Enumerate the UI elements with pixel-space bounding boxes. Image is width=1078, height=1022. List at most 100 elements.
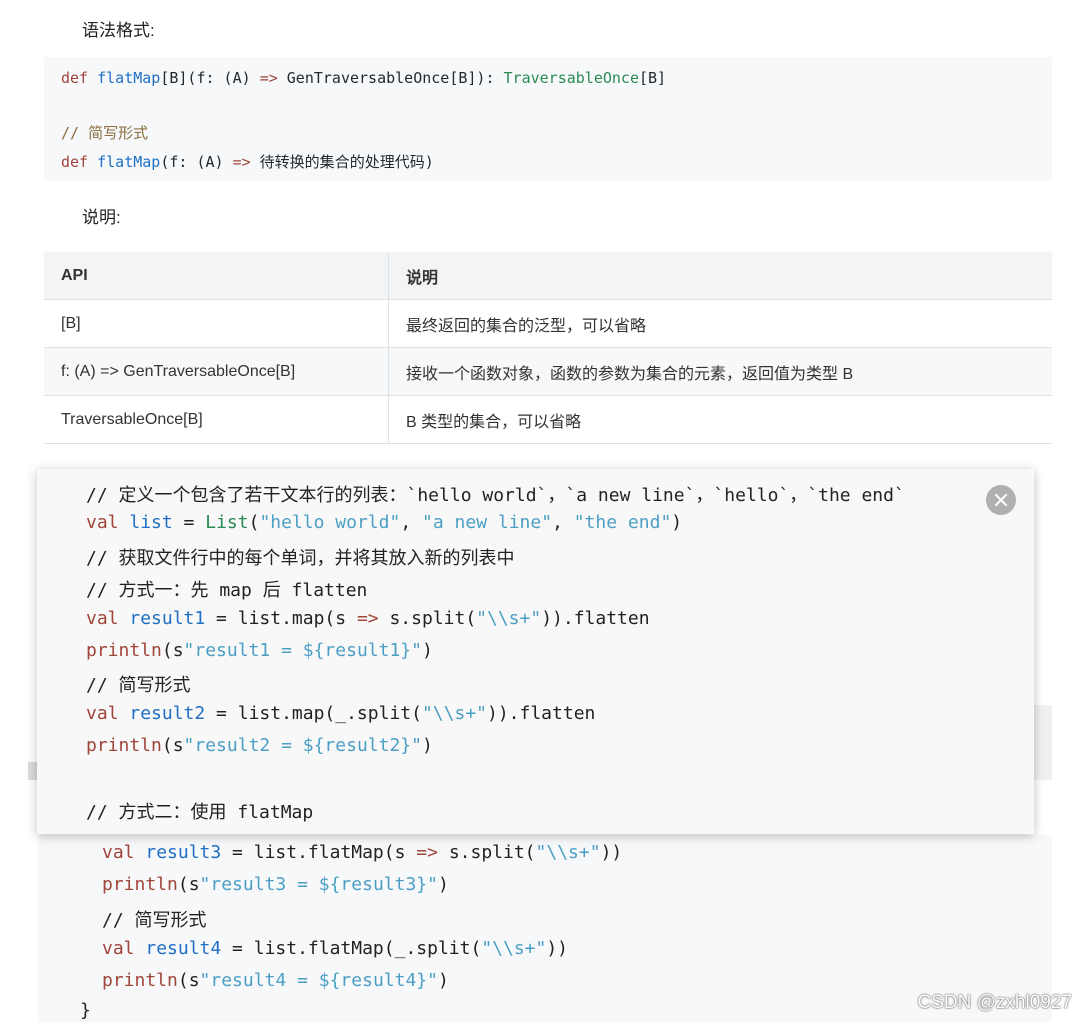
code-text: s.split(: [437, 842, 536, 863]
code-line: val list = List("hello world", "a new li…: [86, 512, 682, 533]
code-line: println(s"result2 = ${result2}"): [86, 735, 433, 756]
variable-name: result4: [145, 938, 222, 959]
string-literal: "a new line": [422, 512, 553, 533]
api-table: API 说明 [B] 最终返回的集合的泛型，可以省略 f: (A) => Gen…: [44, 252, 1052, 444]
code-text: (s: [177, 874, 200, 895]
code-text: (f: (A): [160, 153, 233, 171]
code-text: )): [546, 938, 569, 959]
code-text: (: [248, 512, 260, 533]
function-name: println: [102, 970, 178, 991]
code-text: 待转换的集合的处理代码): [250, 153, 434, 171]
code-text: (s: [161, 735, 184, 756]
code-text: (s: [177, 970, 200, 991]
code-popup: // 定义一个包含了若干文本行的列表：`hello world`，`a new …: [37, 469, 1034, 834]
string-literal: "result2 = ${result2}": [183, 735, 422, 756]
keyword: val: [86, 512, 119, 533]
keyword: val: [86, 608, 119, 629]
keyword: val: [102, 938, 135, 959]
keyword: val: [102, 842, 135, 863]
arrow-operator: =>: [259, 69, 278, 87]
code-comment: // 简写形式: [102, 910, 207, 931]
syntax-line-2: def flatMap(f: (A) => 待转换的集合的处理代码): [61, 151, 434, 172]
arrow-operator: =>: [416, 842, 438, 863]
code-line: println(s"result4 = ${result4}"): [102, 970, 449, 991]
code-text: ): [421, 640, 433, 661]
code-comment: // 获取文件行中的每个单词，并将其放入新的列表中: [86, 548, 515, 569]
code-text: = list.flatMap(s: [221, 842, 417, 863]
function-name: println: [102, 874, 178, 895]
code-text: ): [437, 874, 449, 895]
function-name: flatMap: [97, 69, 161, 87]
table-header-desc: 说明: [388, 252, 1052, 300]
code-text: ): [421, 735, 433, 756]
code-text: s.split(: [378, 608, 477, 629]
variable-name: result3: [145, 842, 222, 863]
table-row: TraversableOnce[B] B 类型的集合，可以省略: [44, 395, 1052, 444]
code-line: val result1 = list.map(s => s.split("\\s…: [86, 608, 650, 629]
string-literal: "\\s+": [476, 608, 542, 629]
function-name: println: [86, 735, 162, 756]
closing-brace: }: [80, 1000, 91, 1021]
code-line: println(s"result1 = ${result1}"): [86, 640, 433, 661]
table-row: [B] 最终返回的集合的泛型，可以省略: [44, 299, 1052, 348]
variable-name: result1: [129, 608, 206, 629]
code-text: ,: [400, 512, 423, 533]
table-row: f: (A) => GenTraversableOnce[B] 接收一个函数对象…: [44, 347, 1052, 396]
code-text: [B]: [639, 69, 667, 87]
code-text: ): [437, 970, 449, 991]
code-comment: // 简写形式: [86, 675, 191, 696]
table-cell: 接收一个函数对象，函数的参数为集合的元素，返回值为类型 B: [388, 347, 1052, 396]
code-line: val result4 = list.flatMap(_.split("\\s+…: [102, 938, 568, 959]
code-text: ,: [552, 512, 574, 533]
variable-name: list: [129, 512, 173, 533]
code-text: )): [600, 842, 623, 863]
return-type: TraversableOnce: [503, 69, 639, 87]
code-line: println(s"result3 = ${result3}"): [102, 874, 449, 895]
keyword: def: [61, 153, 89, 171]
code-comment: // 定义一个包含了若干文本行的列表：`hello world`，`a new …: [86, 485, 905, 506]
string-literal: "\\s+": [535, 842, 601, 863]
code-comment: // 方式一：先 map 后 flatten: [86, 580, 368, 601]
variable-name: result2: [129, 703, 206, 724]
keyword: def: [61, 69, 89, 87]
keyword: val: [86, 703, 119, 724]
code-comment: // 方式二：使用 flatMap: [86, 802, 314, 823]
code-text: (s: [161, 640, 184, 661]
code-text: = list.map(s: [205, 608, 357, 629]
type-name: List: [205, 512, 249, 533]
arrow-operator: =>: [356, 608, 379, 629]
table-header-api: API: [44, 252, 389, 300]
table-header-row: API 说明: [44, 252, 1052, 300]
table-cell: f: (A) => GenTraversableOnce[B]: [44, 347, 389, 396]
code-text: =: [172, 512, 206, 533]
code-text: )).flatten: [541, 608, 650, 629]
table-cell: B 类型的集合，可以省略: [388, 395, 1052, 444]
code-line: val result2 = list.map(_.split("\\s+")).…: [86, 703, 595, 724]
code-text: = list.flatMap(_.split(: [221, 938, 482, 959]
string-literal: "result1 = ${result1}": [183, 640, 422, 661]
string-literal: "\\s+": [481, 938, 547, 959]
background-panel: [1034, 705, 1052, 780]
code-text: GenTraversableOnce[B]):: [277, 69, 504, 87]
code-line: val result3 = list.flatMap(s => s.split(…: [102, 842, 622, 863]
arrow-operator: =>: [232, 153, 251, 171]
code-text: ): [671, 512, 683, 533]
code-text: [B](f: (A): [160, 69, 260, 87]
syntax-code-block: def flatMap[B](f: (A) => GenTraversableO…: [44, 57, 1052, 181]
syntax-heading: 语法格式:: [82, 21, 155, 40]
string-literal: "result4 = ${result4}": [199, 970, 438, 991]
code-text: = list.map(_.split(: [205, 703, 422, 724]
table-cell: TraversableOnce[B]: [44, 395, 389, 444]
table-cell: [B]: [44, 299, 389, 348]
string-literal: "the end": [573, 512, 672, 533]
function-name: println: [86, 640, 162, 661]
close-icon[interactable]: [986, 485, 1016, 515]
code-text: )).flatten: [487, 703, 596, 724]
syntax-comment: // 简写形式: [61, 124, 149, 142]
string-literal: "result3 = ${result3}": [199, 874, 438, 895]
string-literal: "hello world": [259, 512, 401, 533]
syntax-line-1: def flatMap[B](f: (A) => GenTraversableO…: [61, 69, 666, 87]
table-cell: 最终返回的集合的泛型，可以省略: [388, 299, 1052, 348]
string-literal: "\\s+": [421, 703, 487, 724]
explain-heading: 说明:: [82, 208, 121, 227]
